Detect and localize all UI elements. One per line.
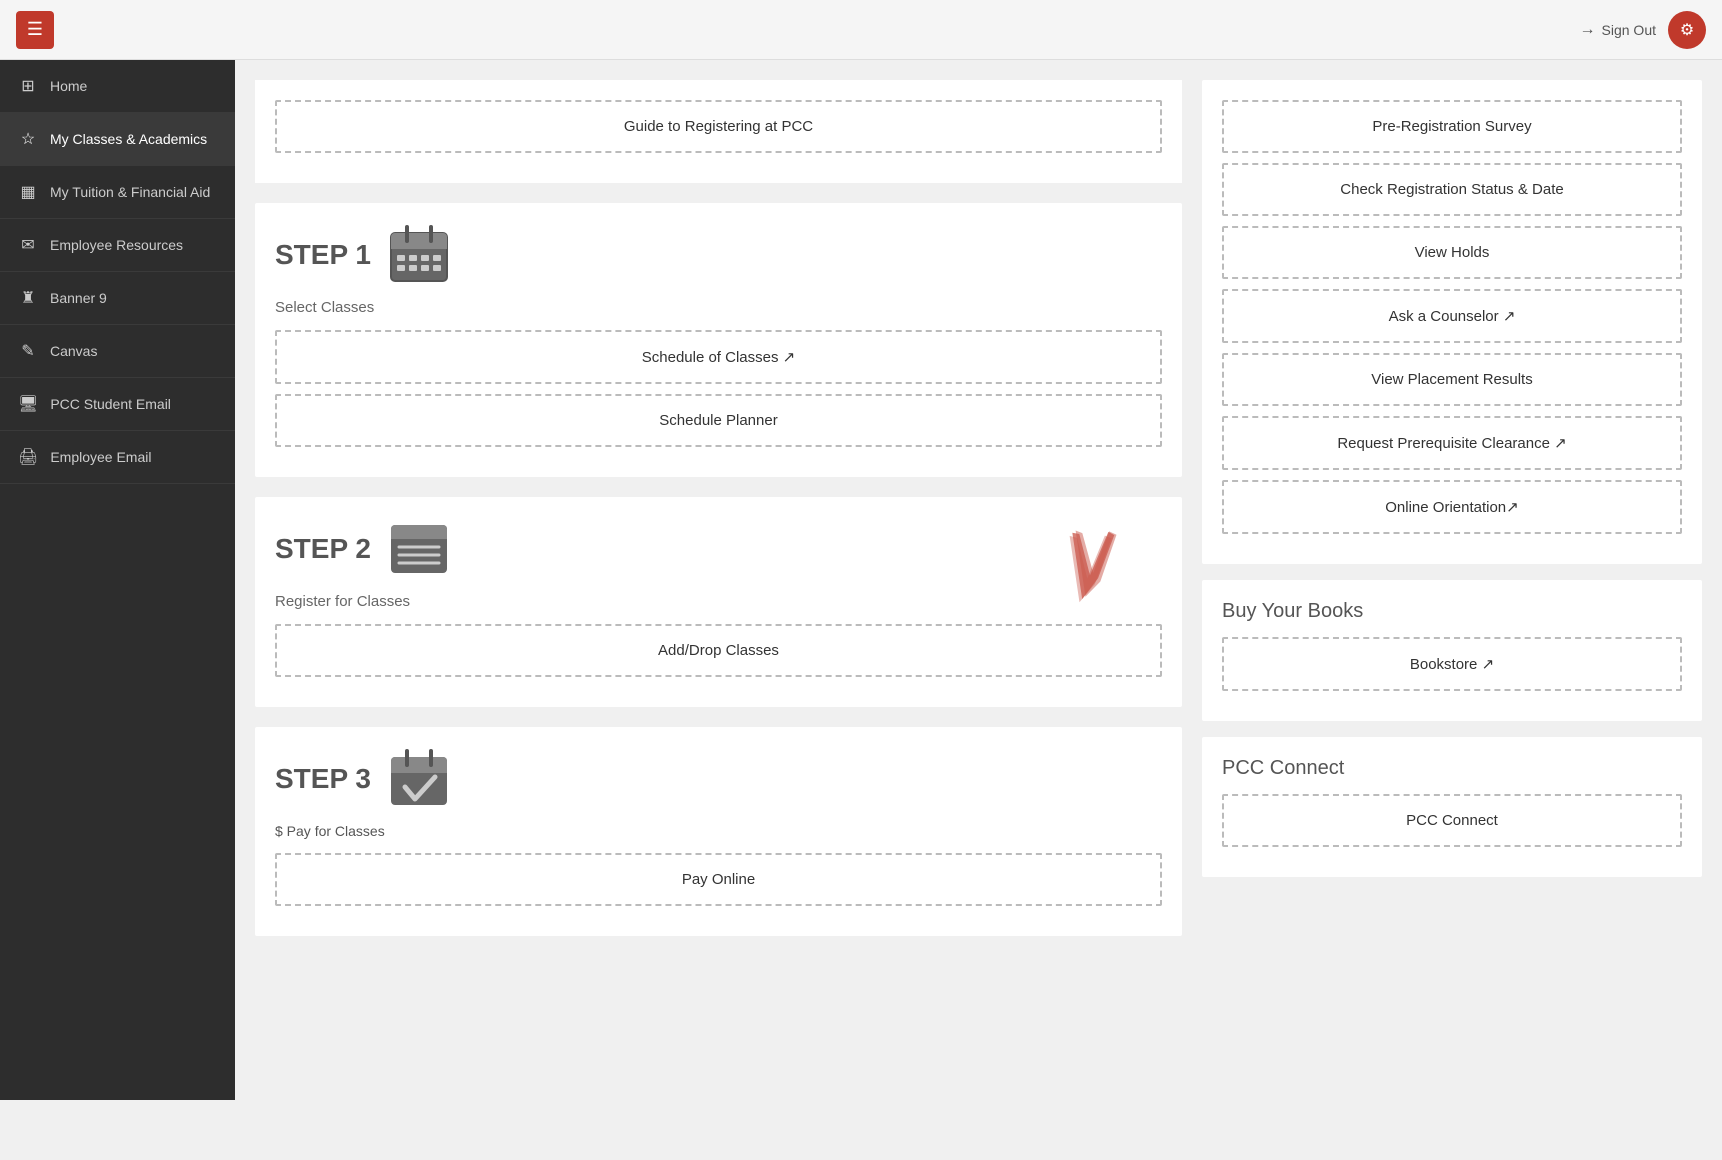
- bookstore-button[interactable]: Bookstore ↗: [1222, 637, 1682, 691]
- step2-label: STEP 2: [275, 533, 371, 565]
- calendar-icon: [387, 223, 451, 287]
- step1-section: STEP 1: [255, 203, 1182, 477]
- sidebar-item-label: Banner 9: [50, 290, 107, 306]
- adddrop-classes-button[interactable]: Add/Drop Classes: [275, 624, 1162, 677]
- hamburger-button[interactable]: ☰: [16, 11, 54, 49]
- sidebar-item-home[interactable]: ⊞ Home: [0, 60, 235, 113]
- signout-link[interactable]: → Sign Out: [1580, 21, 1656, 39]
- step2-section: STEP 2 Register for Classes Add/Drop Cla…: [255, 497, 1182, 707]
- home-icon: ⊞: [18, 76, 38, 96]
- step3-label: STEP 3: [275, 763, 371, 795]
- topbar-left: ☰: [16, 11, 54, 49]
- left-column: Guide to Registering at PCC STEP 1: [255, 80, 1182, 1080]
- canvas-icon: ✎: [18, 341, 38, 361]
- topbar-right: → Sign Out ⚙: [1580, 11, 1706, 49]
- list-icon: [387, 517, 451, 581]
- sidebar-item-employee-resources[interactable]: ✉ Employee Resources: [0, 219, 235, 272]
- online-orientation-button[interactable]: Online Orientation↗: [1222, 480, 1682, 534]
- sidebar-item-banner9[interactable]: ♜ Banner 9: [0, 272, 235, 325]
- schedule-planner-button[interactable]: Schedule Planner: [275, 394, 1162, 447]
- sidebar-item-my-tuition[interactable]: ▦ My Tuition & Financial Aid: [0, 166, 235, 219]
- adddrop-label: Add/Drop Classes: [658, 642, 779, 659]
- sidebar-item-pcc-email[interactable]: 🖥 PCC Student Email: [0, 378, 235, 431]
- step3-subtitle: $ Pay for Classes: [275, 823, 1162, 839]
- request-prerequisite-clearance-button[interactable]: Request Prerequisite Clearance ↗: [1222, 416, 1682, 470]
- ask-counselor-button[interactable]: Ask a Counselor ↗: [1222, 289, 1682, 343]
- step1-subtitle: Select Classes: [275, 299, 1162, 316]
- checked-calendar-icon: [387, 747, 451, 811]
- guide-register-button[interactable]: Guide to Registering at PCC: [275, 100, 1162, 153]
- printer-icon: 🖨: [18, 447, 38, 467]
- buy-books-title: Buy Your Books: [1222, 600, 1682, 623]
- sidebar-item-label: Home: [50, 78, 87, 94]
- pre-registration-survey-button[interactable]: Pre-Registration Survey: [1222, 100, 1682, 153]
- gear-icon: ⚙: [1680, 20, 1694, 40]
- schedule-planner-label: Schedule Planner: [659, 412, 777, 429]
- pcc-connect-button[interactable]: PCC Connect: [1222, 794, 1682, 847]
- sidebar-item-label: Canvas: [50, 343, 97, 359]
- view-placement-results-button[interactable]: View Placement Results: [1222, 353, 1682, 406]
- banner-icon: ♜: [18, 288, 38, 308]
- main-layout: ⊞ Home ☆ My Classes & Academics ▦ My Tui…: [0, 60, 1722, 1100]
- schedule-classes-label: Schedule of Classes ↗: [642, 349, 795, 366]
- sidebar-item-my-classes[interactable]: ☆ My Classes & Academics: [0, 113, 235, 166]
- star-icon: ☆: [18, 129, 38, 149]
- sidebar-item-label: My Classes & Academics: [50, 131, 207, 147]
- sidebar-item-label: My Tuition & Financial Aid: [50, 184, 210, 200]
- view-holds-button[interactable]: View Holds: [1222, 226, 1682, 279]
- signout-arrow-icon: →: [1580, 21, 1596, 39]
- step2-header: STEP 2: [275, 517, 1162, 581]
- monitor-icon: 🖥: [18, 394, 38, 414]
- step3-section: STEP 3 $ Pay for Classes Pay Online: [255, 727, 1182, 936]
- sidebar-item-label: Employee Email: [50, 449, 151, 465]
- main-content: Guide to Registering at PCC STEP 1: [235, 60, 1722, 1100]
- signout-label: Sign Out: [1602, 22, 1656, 38]
- pay-online-button[interactable]: Pay Online: [275, 853, 1162, 906]
- pcc-connect-title: PCC Connect: [1222, 757, 1682, 780]
- settings-button[interactable]: ⚙: [1668, 11, 1706, 49]
- sidebar-item-canvas[interactable]: ✎ Canvas: [0, 325, 235, 378]
- schedule-classes-button[interactable]: Schedule of Classes ↗: [275, 330, 1162, 384]
- step3-header: STEP 3: [275, 747, 1162, 811]
- step1-label: STEP 1: [275, 239, 371, 271]
- sidebar-item-label: PCC Student Email: [50, 396, 171, 412]
- right-column: Pre-Registration Survey Check Registrati…: [1202, 80, 1702, 1080]
- step1-header: STEP 1: [275, 223, 1162, 287]
- hamburger-icon: ☰: [27, 19, 43, 40]
- guide-section: Guide to Registering at PCC: [255, 80, 1182, 183]
- registration-section: Pre-Registration Survey Check Registrati…: [1202, 80, 1702, 564]
- sidebar-item-employee-email[interactable]: 🖨 Employee Email: [0, 431, 235, 484]
- envelope-icon: ✉: [18, 235, 38, 255]
- sidebar-item-label: Employee Resources: [50, 237, 183, 253]
- buy-books-section: Buy Your Books Bookstore ↗: [1202, 580, 1702, 721]
- topbar: ☰ → Sign Out ⚙: [0, 0, 1722, 60]
- pay-online-label: Pay Online: [682, 871, 755, 888]
- sidebar: ⊞ Home ☆ My Classes & Academics ▦ My Tui…: [0, 60, 235, 1100]
- pcc-connect-section: PCC Connect PCC Connect: [1202, 737, 1702, 877]
- chart-icon: ▦: [18, 182, 38, 202]
- check-registration-status-button[interactable]: Check Registration Status & Date: [1222, 163, 1682, 216]
- step2-subtitle: Register for Classes: [275, 593, 1162, 610]
